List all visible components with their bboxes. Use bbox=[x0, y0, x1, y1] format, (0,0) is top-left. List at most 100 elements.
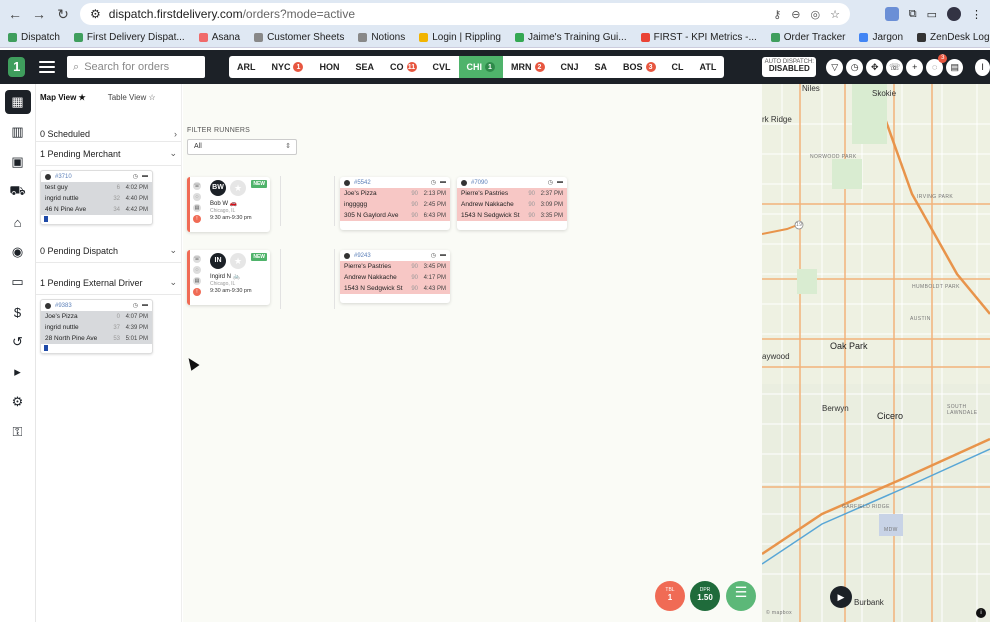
chat-icon[interactable]: ◌ 3 bbox=[926, 53, 948, 76]
clock-icon[interactable]: ◷ bbox=[548, 179, 553, 186]
message-icon[interactable]: ▬ bbox=[440, 252, 446, 259]
phone-icon[interactable]: ☏ bbox=[886, 58, 904, 76]
menu-icon[interactable] bbox=[39, 61, 56, 73]
settings-icon[interactable]: ⚙ bbox=[5, 390, 31, 414]
runner-card[interactable]: ☏ ◌ ▤! BW ★ NEW Bob W 🚗 Chicago, IL 9:30 am-9:30… bbox=[187, 177, 270, 232]
section-scheduled[interactable]: 0 Scheduled › bbox=[36, 126, 181, 142]
extensions-icon[interactable]: ⧉ bbox=[909, 8, 917, 21]
map[interactable]: Niles Skokie rk Ridge NORWOOD PARK IRVIN… bbox=[762, 84, 990, 622]
info-icon[interactable]: i bbox=[976, 608, 986, 618]
order-card[interactable]: #9243 ◷ ▬ Pierre's Pastries 90 3:45 PM Andrew … bbox=[340, 250, 450, 303]
camera-icon[interactable]: ◉ bbox=[5, 240, 31, 264]
return-icon[interactable]: ↺ bbox=[5, 330, 31, 354]
tab-map-view[interactable]: Map View ★ bbox=[40, 93, 86, 102]
market-tab-cnj[interactable]: CNJ bbox=[553, 56, 587, 78]
market-tab-nyc[interactable]: NYC 1 bbox=[263, 56, 311, 78]
back-icon[interactable]: ← bbox=[8, 6, 22, 22]
zoom-icon[interactable]: ⊖ bbox=[791, 8, 800, 21]
translate-extension-icon[interactable] bbox=[884, 7, 899, 21]
filter-runners-select[interactable]: All ⇕ bbox=[187, 139, 297, 155]
trash-icon[interactable]: ▤ bbox=[193, 204, 201, 212]
order-id[interactable]: #5542 bbox=[354, 180, 371, 186]
market-tab-hon[interactable]: HON bbox=[311, 56, 347, 78]
merchant-order-card[interactable]: #3710 ◷ ▬ test guy 6 4:02 PM ingrid nuttle 32 4:… bbox=[40, 170, 153, 225]
address-bar[interactable]: ⚙ dispatch.firstdelivery.com/orders?mode… bbox=[80, 3, 850, 25]
key-icon[interactable]: ⚷ bbox=[773, 8, 781, 21]
chat-icon[interactable]: ◌ bbox=[193, 193, 201, 201]
sidepanel-icon[interactable]: ▭ bbox=[927, 8, 937, 21]
clock-icon[interactable]: ◷ bbox=[846, 58, 864, 76]
ticket-icon[interactable]: ▭ bbox=[5, 270, 31, 294]
order-id[interactable]: #3710 bbox=[55, 174, 72, 180]
section-pending-external[interactable]: 1 Pending External Driver ⌄ bbox=[36, 271, 181, 295]
phone-icon[interactable]: ☏ bbox=[193, 255, 201, 263]
order-card[interactable]: #7090 ◷ ▬ Pierre's Pastries 90 2:37 PM Andrew … bbox=[457, 177, 567, 230]
play-icon[interactable]: ▶ bbox=[830, 586, 852, 608]
market-tab-arl[interactable]: ARL bbox=[229, 56, 264, 78]
book-icon[interactable]: ▤ bbox=[946, 58, 964, 76]
analytics-icon[interactable]: ▥ bbox=[5, 120, 31, 144]
filter-icon[interactable]: ▽ bbox=[826, 58, 844, 76]
message-icon[interactable]: ▬ bbox=[440, 179, 446, 186]
user-avatar[interactable]: I bbox=[975, 58, 990, 76]
bookmark-item[interactable]: Login | Rippling bbox=[419, 32, 501, 43]
message-icon[interactable]: ▬ bbox=[142, 173, 148, 180]
order-card[interactable]: #5542 ◷ ▬ Joe's Pizza 90 2:13 PM inggggg 90 2:45… bbox=[340, 177, 450, 230]
trash-icon[interactable]: ▤ bbox=[193, 277, 201, 285]
market-tab-chi[interactable]: CHI 1 bbox=[458, 56, 503, 78]
key-icon[interactable]: ⚿ bbox=[5, 420, 31, 444]
bookmark-item[interactable]: ZenDesk Login bbox=[917, 32, 990, 43]
tab-table-view[interactable]: Table View ☆ bbox=[108, 93, 156, 102]
star-icon[interactable]: ☆ bbox=[830, 8, 840, 21]
site-info-icon[interactable]: ⚙ bbox=[90, 7, 101, 21]
terminal-icon[interactable]: ▸ bbox=[5, 360, 31, 384]
market-tab-bos[interactable]: BOS 3 bbox=[615, 56, 664, 78]
message-icon[interactable]: ▬ bbox=[142, 302, 148, 309]
car-icon[interactable]: ⛟ bbox=[5, 180, 31, 204]
bookmark-item[interactable]: Dispatch bbox=[8, 32, 60, 43]
section-pending-merchant[interactable]: 1 Pending Merchant ⌄ bbox=[36, 142, 181, 166]
market-tab-cvl[interactable]: CVL bbox=[425, 56, 459, 78]
order-id[interactable]: #9383 bbox=[55, 303, 72, 309]
message-icon[interactable]: ▬ bbox=[557, 179, 563, 186]
section-pending-dispatch[interactable]: 0 Pending Dispatch ⌄ bbox=[36, 239, 181, 263]
market-tab-co[interactable]: CO 11 bbox=[382, 56, 425, 78]
bookmark-item[interactable]: Jargon bbox=[859, 32, 903, 43]
phone-icon[interactable]: ☏ bbox=[193, 182, 201, 190]
market-tab-sea[interactable]: SEA bbox=[347, 56, 382, 78]
bookmark-item[interactable]: Jaime's Training Gui... bbox=[515, 32, 627, 43]
forward-icon[interactable]: → bbox=[32, 6, 46, 22]
external-order-card[interactable]: #9383 ◷ ▬ Joe's Pizza 0 4:07 PM ingrid nuttle 3… bbox=[40, 299, 153, 354]
clock-icon[interactable]: ◷ bbox=[431, 252, 436, 259]
reload-icon[interactable]: ↻ bbox=[56, 6, 70, 23]
bookmark-item[interactable]: Asana bbox=[198, 32, 240, 43]
stat-tbl[interactable]: TBL 1 bbox=[655, 581, 685, 611]
fab-menu-icon[interactable]: ☰ bbox=[726, 581, 756, 611]
bookmark-item[interactable]: FIRST - KPI Metrics -... bbox=[640, 32, 757, 43]
map-icon[interactable]: ▦ bbox=[4, 90, 31, 114]
bookmark-item[interactable]: Customer Sheets bbox=[254, 32, 344, 43]
market-tab-sa[interactable]: SA bbox=[587, 56, 616, 78]
bookmark-item[interactable]: Notions bbox=[358, 32, 405, 43]
bookmark-item[interactable]: Order Tracker bbox=[770, 32, 845, 43]
runner-card[interactable]: ☏ ◌ ▤! IN ★ NEW Ingird N 🚲 Chicago, IL 9:30 am-9… bbox=[187, 250, 270, 305]
stat-dpr[interactable]: DPR 1.50 bbox=[690, 581, 720, 611]
locate-icon[interactable]: ✥ bbox=[866, 58, 884, 76]
eye-off-icon[interactable]: ◎ bbox=[811, 8, 821, 21]
market-tab-cl[interactable]: CL bbox=[664, 56, 692, 78]
clock-icon[interactable]: ◷ bbox=[133, 173, 138, 180]
profile-avatar[interactable] bbox=[947, 7, 961, 21]
store-icon[interactable]: ⌂ bbox=[5, 210, 31, 234]
auto-dispatch-toggle[interactable]: AUTO DISPATCH: DISABLED bbox=[762, 57, 817, 77]
search-input[interactable]: Search for orders bbox=[84, 61, 169, 73]
app-logo[interactable]: 1 bbox=[8, 57, 26, 77]
order-id[interactable]: #9243 bbox=[354, 253, 371, 259]
order-search[interactable]: ⌕ Search for orders bbox=[67, 56, 205, 78]
calendar-icon[interactable]: ▣ bbox=[5, 150, 31, 174]
market-tab-mrn[interactable]: MRN 2 bbox=[503, 56, 553, 78]
order-id[interactable]: #7090 bbox=[471, 180, 488, 186]
alert-icon[interactable]: ! bbox=[193, 288, 201, 296]
favorite-star-icon[interactable]: ★ bbox=[230, 180, 246, 196]
favorite-star-icon[interactable]: ★ bbox=[230, 253, 246, 269]
chat-icon[interactable]: ◌ bbox=[193, 266, 201, 274]
